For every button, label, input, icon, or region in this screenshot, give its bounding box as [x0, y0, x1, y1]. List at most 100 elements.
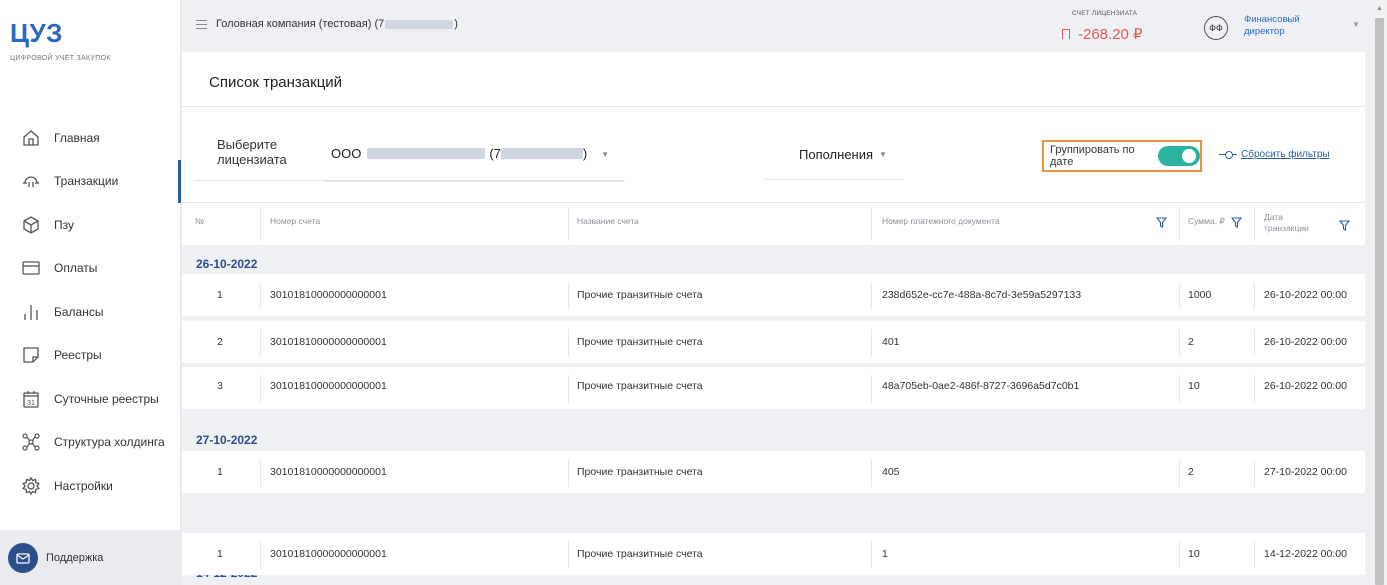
cell-num: 1: [217, 289, 223, 301]
support-button[interactable]: Поддержка: [0, 530, 181, 585]
logo[interactable]: ЦУЗ: [10, 18, 63, 49]
user-role[interactable]: Финансовый директор: [1244, 14, 1324, 38]
licensee-value: ООО: [331, 146, 362, 161]
chevron-down-icon: ▼: [601, 150, 609, 159]
sidebar-item-payments[interactable]: Оплаты: [0, 247, 181, 291]
sidebar-item-label: Балансы: [54, 304, 104, 319]
account-balance: -268.20 ₽: [1062, 25, 1143, 43]
column-header-payment-doc: Номер платежного документа: [882, 216, 1000, 226]
avatar[interactable]: ФФ: [1204, 16, 1228, 40]
cell-num: 1: [217, 466, 223, 478]
company-name-suffix: ): [454, 18, 458, 30]
bookmark-icon: [1062, 29, 1070, 39]
table-header: № Номер счета Название счета Номер плате…: [182, 202, 1365, 244]
box-icon: [20, 214, 42, 236]
transaction-type-value: Пополнения: [799, 147, 874, 162]
cell-num: 2: [217, 336, 223, 348]
home-icon: [20, 127, 42, 149]
table-row[interactable]: 1 30101810000000000001 Прочие транзитные…: [182, 451, 1365, 493]
company-selector[interactable]: Головная компания (тестовая) (7 ): [216, 18, 458, 30]
cell-date: 26-10-2022 00:00: [1264, 380, 1347, 392]
filter-icon[interactable]: [1230, 215, 1243, 228]
cell-account-number: 30101810000000000001: [270, 289, 387, 301]
sidebar-item-home[interactable]: Главная: [0, 116, 181, 160]
sidebar-item-label: Реестры: [54, 348, 102, 363]
transactions-icon: [20, 170, 42, 192]
cell-account-number: 30101810000000000001: [270, 380, 387, 392]
redacted-inn: [500, 148, 583, 159]
sidebar-item-label: Оплаты: [54, 261, 98, 276]
bars-icon: [20, 301, 42, 323]
sidebar-item-balances[interactable]: Балансы: [0, 290, 181, 334]
sidebar-item-registries[interactable]: Реестры: [0, 334, 181, 378]
licensee-select[interactable]: ООО (7 ) ▼: [325, 142, 625, 182]
filter-icon[interactable]: [1338, 218, 1351, 231]
table-row[interactable]: 1 30101810000000000001 Прочие транзитные…: [182, 533, 1365, 575]
cell-payment-doc: 401: [882, 336, 900, 348]
sidebar-item-transactions[interactable]: Транзакции: [0, 159, 181, 203]
group-by-date-toggle[interactable]: [1157, 146, 1200, 166]
scrollbar[interactable]: ▲: [1372, 0, 1387, 585]
sidebar-item-holding-structure[interactable]: Структура холдинга: [0, 421, 181, 465]
cell-amount: 2: [1188, 466, 1194, 478]
support-label: Поддержка: [46, 551, 104, 564]
divider: [182, 106, 1365, 107]
cell-date: 26-10-2022 00:00: [1264, 336, 1347, 348]
reset-filter-icon: [1219, 150, 1237, 159]
chevron-down-icon[interactable]: ▼: [1352, 20, 1360, 29]
cell-date: 14-12-2022 00:00: [1264, 548, 1347, 560]
cell-account-number: 30101810000000000001: [270, 336, 387, 348]
cell-amount: 10: [1188, 380, 1200, 392]
cell-num: 1: [217, 548, 223, 560]
redacted-inn: [385, 19, 454, 29]
menu-icon[interactable]: [196, 20, 207, 29]
cell-account-name: Прочие транзитные счета: [577, 548, 703, 560]
scrollbar-thumb[interactable]: [1375, 18, 1384, 585]
cell-amount: 10: [1188, 548, 1200, 560]
licensee-label: Выберите лицензиата: [217, 137, 287, 167]
table-row[interactable]: 2 30101810000000000001 Прочие транзитные…: [182, 321, 1365, 363]
group-by-date-label: Группировать по дате: [1050, 144, 1135, 168]
cell-account-number: 30101810000000000001: [270, 466, 387, 478]
sidebar-item-daily-registries[interactable]: 31 Суточные реестры: [0, 377, 181, 421]
account-label: СЧЕТ ЛИЦЕНЗИАТА: [1072, 10, 1138, 17]
column-header-account-name: Название счета: [577, 216, 639, 226]
main-panel: Список транзакций Выберите лицензиата ОО…: [182, 52, 1365, 585]
column-header-amount: Сумма, ₽: [1188, 216, 1225, 226]
chevron-down-icon: ▼: [879, 150, 887, 159]
table-row[interactable]: 1 30101810000000000001 Прочие транзитные…: [182, 274, 1365, 316]
cell-payment-doc: 1: [882, 548, 888, 560]
gear-icon: [20, 475, 42, 497]
page-title: Список транзакций: [209, 74, 343, 91]
sidebar: ЦУЗ ЦИФРОВОЙ УЧЁТ ЗАКУПОК Главная Транза…: [0, 0, 181, 585]
reset-filters-link[interactable]: Сбросить фильтры: [1219, 149, 1330, 160]
cell-date: 27-10-2022 00:00: [1264, 466, 1347, 478]
transaction-type-select[interactable]: Пополнения ▼: [764, 142, 904, 180]
cell-account-name: Прочие транзитные счета: [577, 336, 703, 348]
filter-icon[interactable]: [1155, 215, 1168, 228]
column-header-account-number: Номер счета: [270, 216, 321, 226]
redacted-name: [367, 148, 486, 159]
table-row[interactable]: 3 30101810000000000001 Прочие транзитные…: [182, 367, 1365, 409]
cell-payment-doc: 238d652e-cc7e-488a-8c7d-3e59a5297133: [882, 289, 1082, 301]
card-icon: [20, 257, 42, 279]
sidebar-item-label: Главная: [54, 130, 100, 145]
cell-payment-doc: 48a705eb-0ae2-486f-8727-3696a5d7c0b1: [882, 380, 1080, 392]
sidebar-nav: Главная Транзакции Пзу Оплаты Балансы Ре…: [0, 116, 181, 508]
header: Головная компания (тестовая) (7 ) СЧЕТ Л…: [182, 0, 1372, 50]
group-by-date-control: Группировать по дате: [1042, 140, 1202, 172]
cell-account-name: Прочие транзитные счета: [577, 289, 703, 301]
cell-num: 3: [217, 380, 223, 392]
sidebar-item-pzu[interactable]: Пзу: [0, 203, 181, 247]
hierarchy-icon: [20, 431, 42, 453]
column-header-date: Дата транзакции: [1264, 212, 1309, 233]
account-balance-value: -268.20 ₽: [1078, 26, 1143, 43]
sidebar-item-label: Структура холдинга: [54, 435, 165, 450]
scroll-up-arrow-icon[interactable]: ▲: [1376, 5, 1383, 12]
column-header-num: №: [195, 216, 205, 226]
logo-subtitle: ЦИФРОВОЙ УЧЁТ ЗАКУПОК: [10, 55, 111, 62]
sidebar-item-settings[interactable]: Настройки: [0, 464, 181, 508]
date-group-header: 26-10-2022: [196, 257, 258, 271]
cell-date: 26-10-2022 00:00: [1264, 289, 1347, 301]
reset-filters-label: Сбросить фильтры: [1241, 149, 1330, 160]
